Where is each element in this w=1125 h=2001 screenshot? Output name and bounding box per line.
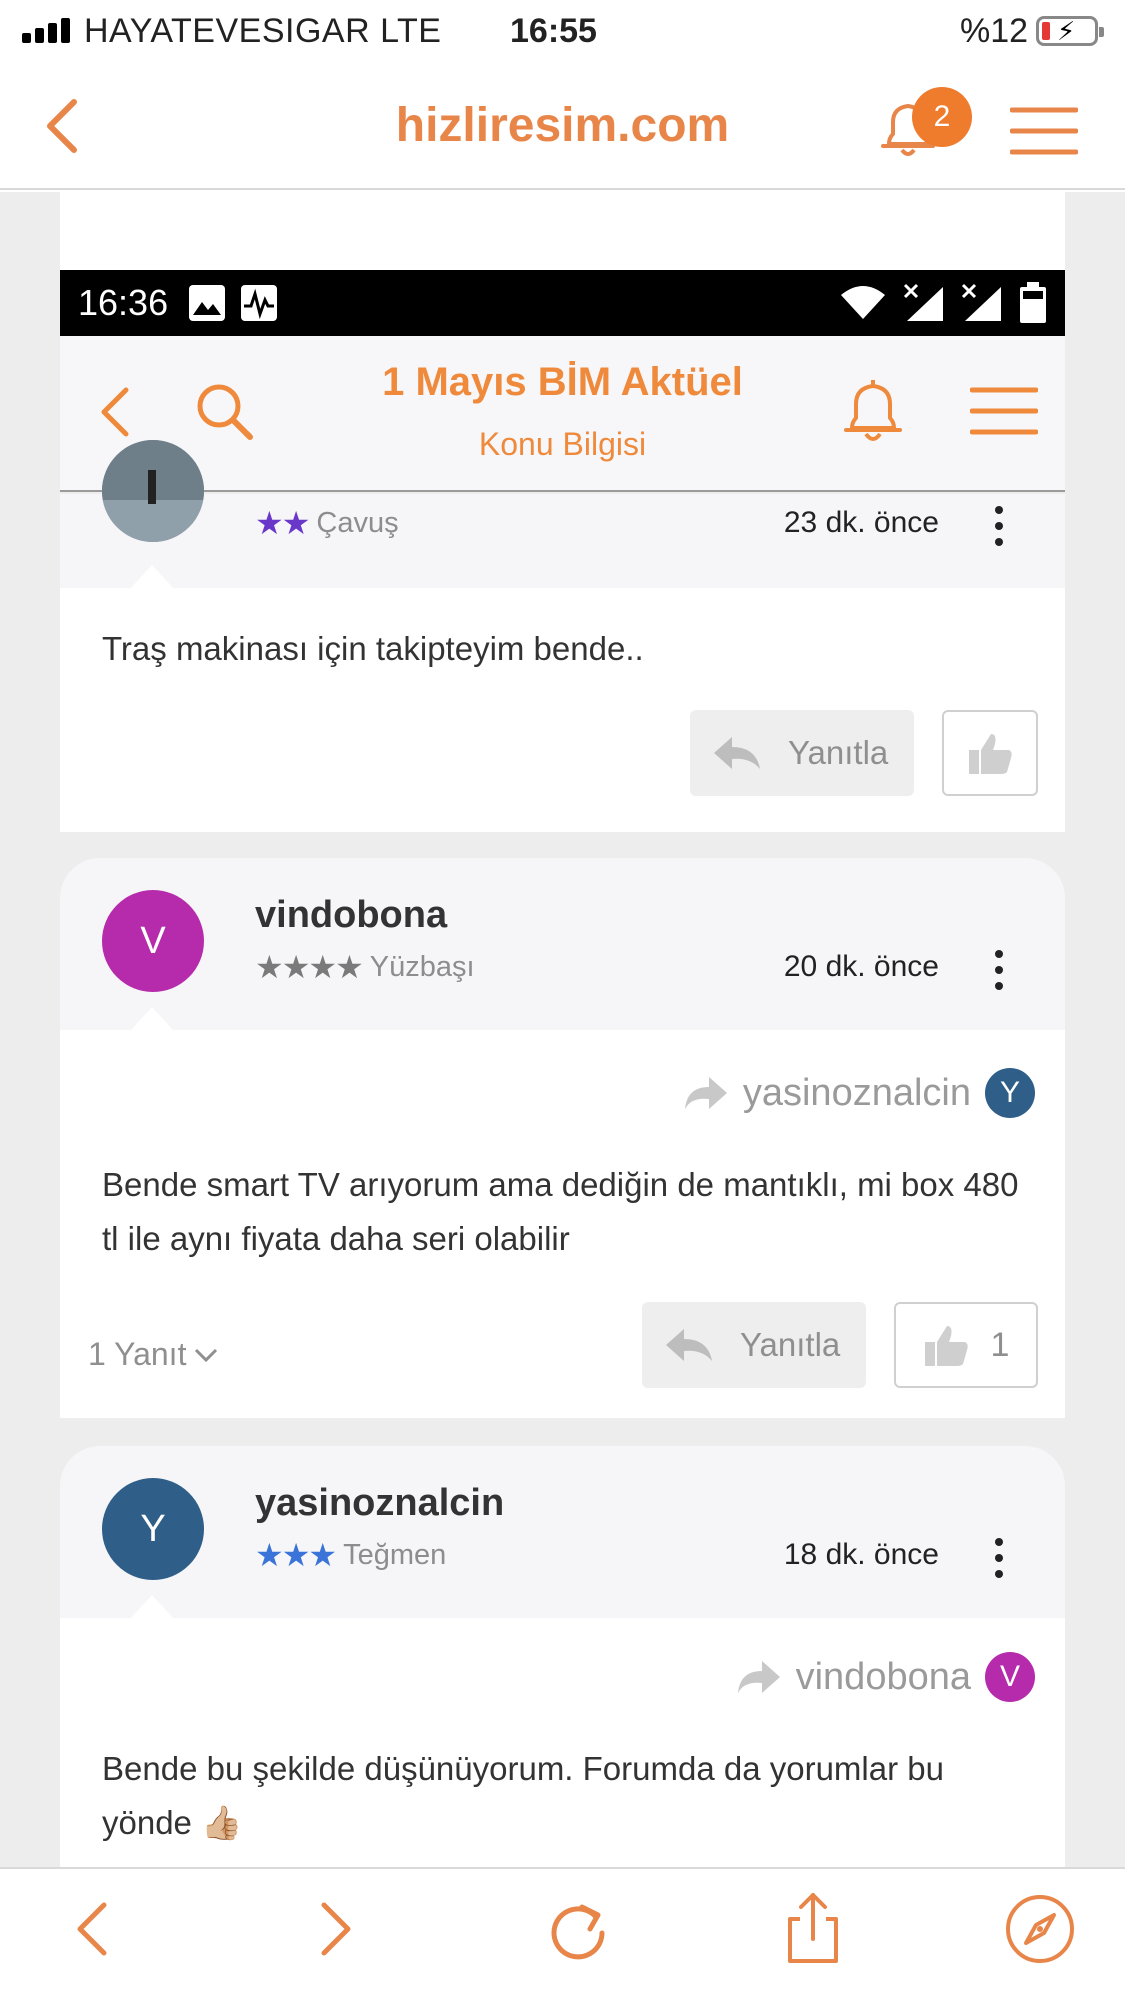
post-header: ★★ Çavuş 23 dk. önce (60, 440, 1065, 589)
avatar[interactable]: Y (102, 1478, 204, 1580)
chevron-down-icon (195, 1348, 218, 1362)
reload-icon[interactable] (546, 1899, 610, 1968)
avatar[interactable]: V (102, 890, 204, 992)
reply-to-username: yasinoznalcin (742, 1071, 971, 1114)
rank-stars: ★★★ (255, 1537, 337, 1573)
reply-button[interactable]: Yanıtla (642, 1302, 866, 1388)
reply-to-arrow-icon (737, 1661, 780, 1693)
reply-to-avatar: Y (985, 1068, 1035, 1118)
share-icon[interactable] (786, 1891, 840, 1970)
browser-back-icon[interactable] (74, 1899, 110, 1964)
reply-to-username: vindobona (795, 1655, 971, 1698)
post-header: V vindobona ★★★★ Yüzbaşı 20 dk. önce (60, 858, 1065, 1031)
android-status-bar: 16:36 (60, 270, 1065, 336)
battery-percent: %12 (960, 12, 1029, 50)
more-options-icon[interactable] (995, 950, 1003, 998)
reply-arrow-icon (666, 1329, 712, 1361)
post-time: 23 dk. önce (783, 506, 939, 539)
avatar-photo[interactable] (102, 440, 204, 542)
status-time: 16:55 (510, 12, 597, 50)
post-card: V vindobona ★★★★ Yüzbaşı 20 dk. önce yas… (60, 858, 1065, 1418)
hamburger-menu-icon[interactable] (1009, 106, 1079, 161)
user-rank: ★★★★ Yüzbaşı (255, 948, 475, 986)
post-body: vindobona V Bende bu şekilde düşünüyorum… (60, 1618, 1065, 1867)
username[interactable]: yasinoznalcin (255, 1482, 504, 1525)
rank-stars: ★★★★ (255, 949, 364, 985)
post-text: Bende bu şekilde düşünüyorum. Forumda da… (102, 1750, 944, 1841)
post-body: yasinoznalcin Y Bende smart TV arıyorum … (60, 1030, 1065, 1418)
username[interactable]: vindobona (255, 894, 447, 937)
rank-label: Yüzbaşı (369, 950, 475, 983)
browser-forward-icon[interactable] (318, 1899, 354, 1964)
thumbs-up-icon (924, 1326, 968, 1366)
reply-arrow-icon (714, 737, 760, 769)
post-text: Traş makinası için takipteyim bende.. (102, 630, 644, 667)
post-card: ★★ Çavuş 23 dk. önce Traş makinası için … (60, 440, 1065, 832)
app-header: 1 Mayıs BİM Aktüel Konu Bilgisi (60, 336, 1065, 492)
reply-to-avatar: V (985, 1652, 1035, 1702)
notification-badge: 2 (912, 87, 972, 147)
battery-icon: ⚡ (1036, 16, 1104, 46)
reply-to[interactable]: yasinoznalcin Y (683, 1068, 1035, 1118)
like-button[interactable] (942, 710, 1038, 796)
wifi-icon (841, 286, 885, 319)
topic-subtitle[interactable]: Konu Bilgisi (60, 426, 1065, 463)
compass-icon[interactable] (1004, 1893, 1076, 1970)
user-rank: ★★★ Teğmen (255, 1536, 446, 1574)
signal-no-service-icon-2 (961, 283, 1001, 321)
topic-title: 1 Mayıs BİM Aktüel (382, 360, 743, 404)
app-bell-icon[interactable] (840, 378, 906, 453)
user-rank: ★★ Çavuş (255, 504, 399, 542)
post-card: Y yasinoznalcin ★★★ Teğmen 18 dk. önce v… (60, 1446, 1065, 1867)
more-options-icon[interactable] (995, 1538, 1003, 1586)
post-time: 18 dk. önce (783, 1538, 939, 1571)
carrier-label: HAYATEVESIGAR LTE (84, 12, 442, 50)
app-menu-icon[interactable] (969, 386, 1039, 441)
cellular-signal-icon (22, 18, 70, 43)
like-count: 1 (990, 1325, 1010, 1364)
reply-label: Yanıtla (788, 734, 889, 771)
ios-status-bar: HAYATEVESIGAR LTE 16:55 %12 ⚡ (0, 0, 1125, 60)
signal-no-service-icon (903, 283, 943, 321)
android-time: 16:36 (78, 282, 169, 323)
like-button[interactable]: 1 (894, 1302, 1038, 1388)
post-body: Traş makinası için takipteyim bende.. Ya… (60, 588, 1065, 832)
thumbs-up-icon (969, 734, 1012, 774)
browser-top-bar: hizliresim.com 2 (0, 60, 1125, 190)
post-text: Bende smart TV arıyorum ama dediğin de m… (102, 1166, 1019, 1257)
reply-button[interactable]: Yanıtla (690, 710, 914, 796)
replies-count: 1 Yanıt (88, 1336, 187, 1372)
rank-label: Teğmen (343, 1538, 447, 1571)
image-top-margin (60, 192, 1065, 270)
reply-to-arrow-icon (684, 1077, 727, 1109)
gallery-icon (189, 285, 225, 321)
android-battery-icon (1020, 282, 1046, 323)
reply-to[interactable]: vindobona V (736, 1652, 1035, 1702)
browser-bottom-toolbar (0, 1867, 1125, 2001)
rank-label: Çavuş (316, 506, 399, 539)
replies-toggle[interactable]: 1 Yanıt (88, 1336, 218, 1373)
more-options-icon[interactable] (995, 506, 1003, 554)
reply-label: Yanıtla (740, 1326, 841, 1363)
activity-icon (241, 285, 277, 321)
rank-stars: ★★ (255, 505, 310, 541)
post-time: 20 dk. önce (783, 950, 939, 983)
post-header: Y yasinoznalcin ★★★ Teğmen 18 dk. önce (60, 1446, 1065, 1619)
